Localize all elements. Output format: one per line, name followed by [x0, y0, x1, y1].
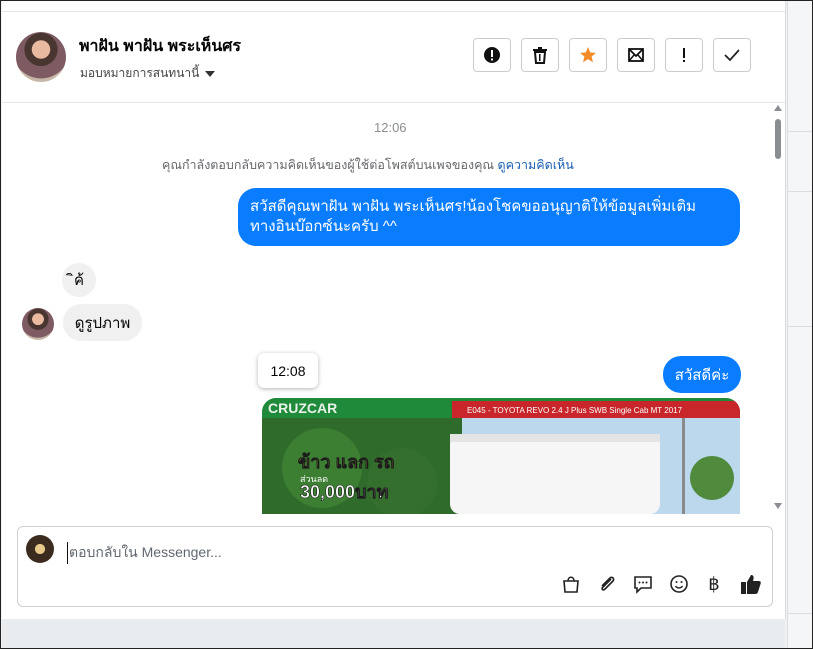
- envelope-icon: [628, 48, 644, 62]
- photo-promo-line3: 30,000บาท: [300, 482, 388, 502]
- app-window: พาฝัน พาฝัน พระเห็นศร มอบหมายการสนทนานี้: [0, 0, 813, 649]
- exclamation-icon: [683, 48, 685, 62]
- sender-avatar[interactable]: [22, 308, 54, 340]
- incoming-message-view-photo[interactable]: ดูรูปภาพ: [63, 304, 142, 341]
- notice-text: คุณกำลังตอบกลับความคิดเห็นของผู้ใช้ต่อโพ…: [162, 158, 495, 172]
- shopping-bag-icon: [563, 576, 579, 593]
- car-photo-image: CRUZCAR E045 - TOYOTA REVO 2.4 J Plus SW…: [262, 398, 740, 514]
- spam-button[interactable]: [473, 38, 511, 72]
- photo-brand-text: CRUZCAR: [268, 400, 337, 416]
- outgoing-line-2: ทางอินบ๊อกซ์นะครับ ^^: [250, 218, 397, 235]
- star-icon: [580, 47, 596, 63]
- view-comment-link[interactable]: ดูความคิดเห็น: [498, 158, 574, 172]
- panel-footer-area: [2, 619, 785, 648]
- contact-name[interactable]: พาฝัน พาฝัน พระเห็นศร: [79, 34, 241, 59]
- incoming-message-short[interactable]: ิค้: [62, 263, 96, 297]
- shop-bag-button[interactable]: [558, 571, 584, 597]
- reply-input[interactable]: ตอบกลับใน Messenger...: [67, 542, 222, 564]
- time-tooltip: 12:08: [258, 353, 318, 388]
- chat-scrollbar[interactable]: [772, 101, 784, 515]
- saved-replies-button[interactable]: [630, 571, 656, 597]
- outgoing-message-hello[interactable]: สวัสดีค่ะ: [663, 356, 741, 393]
- contact-avatar[interactable]: [16, 32, 66, 82]
- mark-unread-button[interactable]: [617, 38, 655, 72]
- scroll-up-icon[interactable]: [774, 105, 782, 111]
- star-button[interactable]: [569, 38, 607, 72]
- photo-caption: E045 - TOYOTA REVO 2.4 J Plus SWB Single…: [467, 406, 683, 415]
- smiley-icon: [670, 575, 688, 593]
- scroll-down-icon[interactable]: [774, 503, 782, 509]
- assign-label: มอบหมายการสนทนานี้: [80, 66, 200, 80]
- outgoing-message-greeting[interactable]: สวัสดีคุณพาฝัน พาฝัน พระเห็นศร!น้องโชคขอ…: [238, 188, 740, 246]
- mark-done-button[interactable]: [713, 38, 751, 72]
- trash-icon: [533, 47, 547, 64]
- paperclip-icon: [601, 576, 615, 591]
- page-avatar: [26, 535, 54, 563]
- caret-down-icon: [205, 70, 216, 77]
- follow-up-button[interactable]: [665, 38, 703, 72]
- timestamp-1206: 12:06: [374, 120, 407, 135]
- chat-bubble-icon: [634, 576, 652, 594]
- message-composer: ตอบกลับใน Messenger... ฿: [17, 526, 773, 607]
- side-panel-edge: [787, 1, 812, 648]
- scrollbar-thumb[interactable]: [775, 119, 781, 159]
- photo-promo-line1: ข้าว แลก รถ: [298, 452, 395, 472]
- attach-button[interactable]: [594, 571, 620, 597]
- alert-circle-icon: [484, 47, 500, 63]
- thumbs-up-icon: [741, 575, 761, 594]
- conversation-header: พาฝัน พาฝัน พระเห็นศร มอบหมายการสนทนานี้: [2, 11, 785, 103]
- emoji-button[interactable]: [666, 571, 692, 597]
- shared-car-photo[interactable]: CRUZCAR E045 - TOYOTA REVO 2.4 J Plus SW…: [262, 398, 740, 514]
- check-icon: [724, 49, 740, 62]
- like-button[interactable]: [738, 571, 764, 597]
- conversation-panel: พาฝัน พาฝัน พระเห็นศร มอบหมายการสนทนานี้: [2, 1, 786, 619]
- payment-button[interactable]: ฿: [701, 571, 727, 597]
- baht-icon: ฿: [708, 573, 720, 594]
- reply-context-notice: คุณกำลังตอบกลับความคิดเห็นของผู้ใช้ต่อโพ…: [162, 155, 574, 175]
- delete-button[interactable]: [521, 38, 559, 72]
- assign-conversation-dropdown[interactable]: มอบหมายการสนทนานี้: [80, 64, 216, 83]
- outgoing-line-1: สวัสดีคุณพาฝัน พาฝัน พระเห็นศร!น้องโชคขอ…: [250, 198, 697, 215]
